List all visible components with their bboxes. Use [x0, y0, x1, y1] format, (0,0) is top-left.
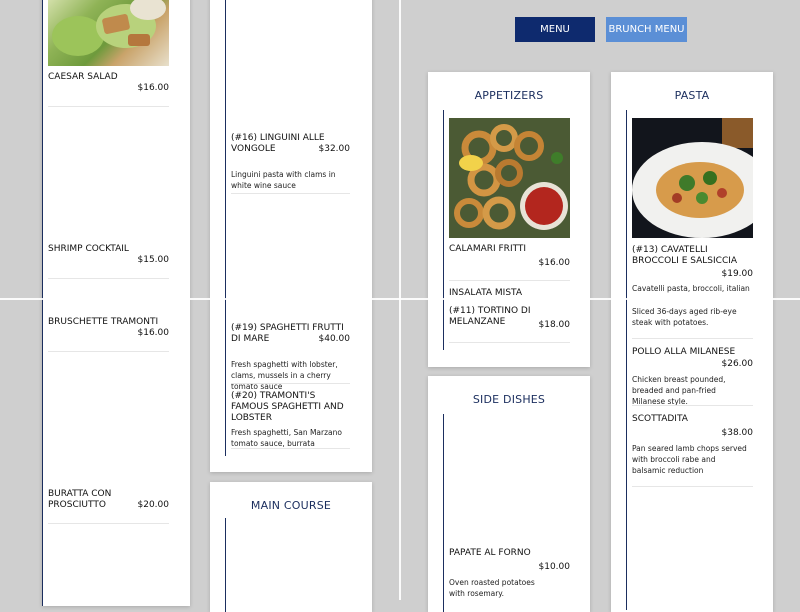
calamari-fritti-photo — [449, 118, 570, 238]
menu-button[interactable]: MENU — [515, 17, 595, 42]
item-description: Fresh spaghetti with lobster, clams, mus… — [231, 360, 338, 391]
section-title-appetizers: APPETIZERS — [474, 89, 544, 102]
menu-item-tramontis-famous-spaghetti: (#20) TRAMONTI'S FAMOUS SPAGHETTI AND LO… — [231, 391, 350, 449]
divider — [231, 448, 350, 449]
cavatelli-photo — [632, 118, 753, 238]
divider — [632, 338, 753, 339]
menu-item-calamari-fritti: CALAMARI FRITTI $16.00 — [449, 244, 570, 268]
item-price: $19.00 — [721, 269, 754, 279]
item-name: POLLO ALLA MILANESE — [632, 347, 736, 357]
divider — [449, 280, 570, 281]
menu-card-left: CAESAR SALAD $16.00 SHRIMP COCKTAIL $15.… — [42, 0, 190, 606]
pasta-accent-line — [626, 110, 627, 610]
item-price: $16.00 — [137, 83, 170, 93]
item-name: SCOTTADITA — [632, 414, 688, 424]
section-title-pasta: PASTA — [674, 89, 710, 102]
grid-line-vertical — [399, 0, 401, 600]
item-price: $18.00 — [538, 320, 571, 330]
menu-item-papate-al-forno: PAPATE AL FORNO $10.00 Oven roasted pota… — [449, 548, 570, 599]
side-dishes-card: SIDE DISHES PAPATE AL FORNO $10.00 Oven … — [428, 376, 590, 612]
item-name: (#20) TRAMONTI'S FAMOUS SPAGHETTI AND LO… — [231, 391, 344, 423]
appetizers-card: APPETIZERS CALAMARI FRITTI $16.00 INSALA… — [428, 72, 590, 367]
side-dishes-accent-line — [443, 414, 444, 612]
divider — [48, 278, 169, 279]
menu-item-pollo-alla-milanese: POLLO ALLA MILANESE $26.00 Chicken breas… — [632, 347, 753, 407]
item-name: (#13) CAVATELLI BROCCOLI E SALSICCIA — [632, 245, 738, 266]
item-name: CAESAR SALAD — [48, 72, 118, 82]
item-name: SHRIMP COCKTAIL — [48, 244, 129, 254]
menu-item-caesar-salad: CAESAR SALAD $16.00 — [48, 72, 169, 102]
menu-item-shrimp-cocktail: SHRIMP COCKTAIL $15.00 — [48, 244, 169, 274]
pasta-card: PASTA (#13) CAVATELLI BROCCOLI E SALSICC… — [611, 72, 773, 612]
item-price: $32.00 — [318, 144, 351, 154]
item-description: Pan seared lamb chops served with brocco… — [632, 444, 747, 475]
menu-item-bruschette-tramonti: BRUSCHETTE TRAMONTI $16.00 — [48, 317, 169, 347]
menu-item-cavatelli-broccoli: (#13) CAVATELLI BROCCOLI E SALSICCIA $19… — [632, 245, 753, 294]
menu-item-spaghetti-frutti-di-mare: (#19) SPAGHETTI FRUTTI DI MARE $40.00 Fr… — [231, 323, 350, 392]
main-course-accent-line — [225, 518, 226, 612]
item-price: $26.00 — [721, 359, 754, 369]
item-price: $15.00 — [137, 255, 170, 265]
caesar-salad-photo — [48, 0, 169, 66]
divider — [48, 523, 169, 524]
brunch-menu-button[interactable]: BRUNCH MENU — [606, 17, 687, 42]
divider — [632, 486, 753, 487]
item-price: $38.00 — [721, 428, 754, 438]
item-name: BRUSCHETTE TRAMONTI — [48, 317, 159, 327]
item-description: Cavatelli pasta, broccoli, italian — [632, 284, 750, 293]
item-price: $20.00 — [137, 500, 170, 510]
menu-item-linguini-alle-vongole: (#16) LINGUINI ALLE VONGOLE $32.00 Lingu… — [231, 133, 350, 191]
menu-item-steak-description: Sliced 36-days aged rib-eye steak with p… — [632, 306, 757, 328]
section-title-side-dishes: SIDE DISHES — [472, 393, 546, 406]
item-name: CALAMARI FRITTI — [449, 244, 527, 254]
middle-accent-line — [225, 0, 226, 456]
menu-item-buratta-con-prosciutto: BURATTA CON PROSCIUTTO $20.00 — [48, 489, 169, 519]
item-price: $10.00 — [538, 562, 571, 572]
menu-card-middle: (#16) LINGUINI ALLE VONGOLE $32.00 Lingu… — [210, 0, 372, 472]
divider — [231, 193, 350, 194]
item-description: Linguini pasta with clams in white wine … — [231, 170, 336, 190]
divider — [48, 351, 169, 352]
divider — [449, 342, 570, 343]
main-course-card: MAIN COURSE — [210, 482, 372, 612]
item-price: $16.00 — [538, 258, 571, 268]
divider — [231, 383, 350, 384]
item-price: $40.00 — [318, 334, 351, 344]
item-description: Oven roasted potatoes with rosemary. — [449, 578, 535, 598]
item-description: Chicken breast pounded, breaded and pan-… — [632, 375, 726, 406]
divider — [48, 106, 169, 107]
divider — [632, 405, 753, 406]
menu-item-scottadita: SCOTTADITA $38.00 Pan seared lamb chops … — [632, 414, 753, 476]
menu-item-tortino-di-melanzane: (#11) TORTINO DI MELANZANE $18.00 — [449, 306, 571, 330]
item-description: Sliced 36-days aged rib-eye steak with p… — [632, 307, 737, 327]
section-title-main-course: MAIN COURSE — [250, 499, 332, 512]
left-accent-line — [42, 0, 43, 606]
item-name: PAPATE AL FORNO — [449, 548, 531, 558]
item-description: Fresh spaghetti, San Marzano tomato sauc… — [231, 428, 342, 448]
item-price: $16.00 — [137, 328, 170, 338]
appetizers-accent-line — [443, 110, 444, 350]
